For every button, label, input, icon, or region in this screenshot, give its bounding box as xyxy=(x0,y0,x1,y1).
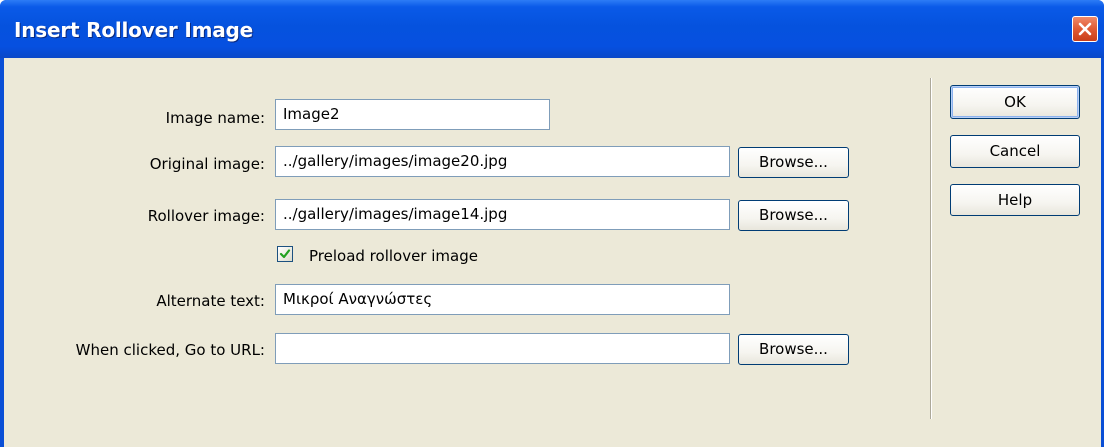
preload-checkbox[interactable] xyxy=(277,246,293,262)
dialog-title: Insert Rollover Image xyxy=(14,18,254,42)
cancel-button[interactable]: Cancel xyxy=(950,135,1080,168)
alternate-text-field[interactable]: Μικροί Αναγνώστες xyxy=(275,284,730,315)
image-name-field[interactable]: Image2 xyxy=(275,99,550,130)
original-image-field[interactable]: ../gallery/images/image20.jpg xyxy=(275,146,730,177)
alternate-text-label: Alternate text: xyxy=(156,292,265,310)
rollover-image-field[interactable]: ../gallery/images/image14.jpg xyxy=(275,199,730,230)
checkmark-icon xyxy=(279,249,291,259)
go-to-url-field[interactable] xyxy=(275,333,730,364)
dialog-window: Insert Rollover Image Image name: Image2… xyxy=(0,0,1104,447)
go-to-url-label: When clicked, Go to URL: xyxy=(75,341,265,359)
button-separator xyxy=(930,78,932,419)
title-bar[interactable]: Insert Rollover Image xyxy=(0,0,1104,58)
close-button[interactable] xyxy=(1072,16,1098,42)
browse-original-button[interactable]: Browse... xyxy=(738,147,849,178)
ok-button[interactable]: OK xyxy=(950,85,1080,119)
browse-rollover-button[interactable]: Browse... xyxy=(738,200,849,231)
help-button[interactable]: Help xyxy=(950,184,1080,216)
original-image-label: Original image: xyxy=(149,155,265,173)
preload-label[interactable]: Preload rollover image xyxy=(309,247,478,265)
browse-url-button[interactable]: Browse... xyxy=(738,334,849,365)
dialog-body: Image name: Image2 Original image: ../ga… xyxy=(4,58,1101,447)
rollover-image-label: Rollover image: xyxy=(147,207,265,225)
close-icon xyxy=(1078,22,1092,36)
image-name-label: Image name: xyxy=(165,109,265,127)
